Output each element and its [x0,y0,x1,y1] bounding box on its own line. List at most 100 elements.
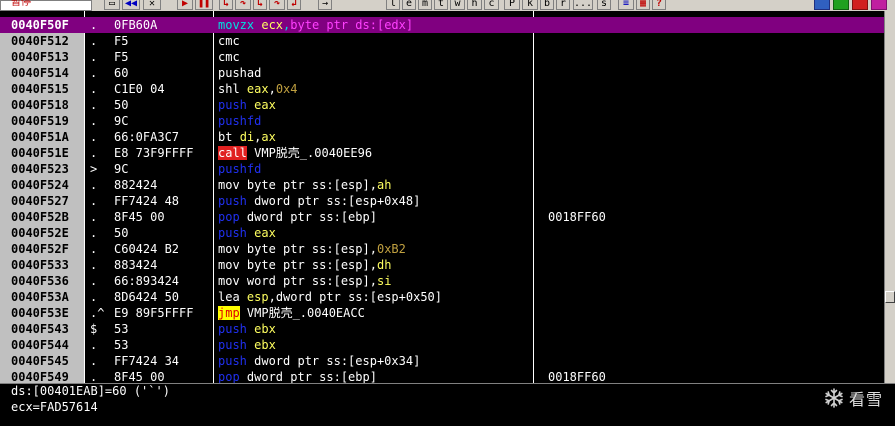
instruction-token: cmc [218,50,240,64]
memory-button[interactable]: e [402,0,416,10]
disasm-row[interactable]: 0040F524. 882424 mov byte ptr ss:[esp],ah [0,177,884,193]
cpu-button[interactable]: c [484,0,499,10]
options-icon[interactable]: ≡ [618,0,634,10]
snowflake-icon [825,388,843,408]
instruction-token: eax [254,226,276,240]
disasm-row[interactable]: 0040F523 >9C pushfd [0,161,884,177]
help-icon[interactable]: ? [652,0,666,10]
disasm-row[interactable]: 0040F549. 8F45 00 pop dword ptr ss:[ebp] 00… [0,369,884,383]
row-instruction: cmc [218,33,240,49]
instruction-token: byte ptr ss:[esp] [246,242,370,256]
instruction-token: push [218,338,255,352]
disasm-row[interactable]: 0040F512. F5 cmc [0,33,884,49]
disasm-row[interactable]: 0040F514. 60 pushad [0,65,884,81]
instruction-token: push [218,226,255,240]
window-close-icon[interactable] [852,0,868,10]
instruction-token: ebx [254,322,276,336]
vertical-scrollbar[interactable] [884,11,895,383]
source-button[interactable]: s [597,0,611,10]
row-hex-bytes: E9 89F5FFFF [114,306,194,320]
disasm-row[interactable]: 0040F515. C1E0 04 shl eax,0x4 [0,81,884,97]
disasm-row[interactable]: 0040F544. 53 push ebx [0,337,884,353]
disasm-row[interactable]: 0040F53A. 8D6424 50 lea esp,dword ptr ss:[… [0,289,884,305]
disasm-row[interactable]: 0040F513. F5 cmc [0,49,884,65]
instruction-token: jmp [218,306,240,320]
pause-icon[interactable]: ❚❚ [195,0,213,10]
row-instruction: pop dword ptr ss:[ebp] [218,209,377,225]
disasm-row[interactable]: 0040F51A. 66:0FA3C7 bt di,ax [0,129,884,145]
disasm-row[interactable]: 0040F50F. 0FB60A movzx ecx,byte ptr ds:[ed… [0,17,884,33]
row-instruction: push eax [218,97,276,113]
row-jump-marker: . [90,290,98,304]
trace-over-icon[interactable]: ↷ [269,0,285,10]
disasm-row[interactable]: 0040F51E. E8 73F9FFFF call VMP脱壳_.0040EE96 [0,145,884,161]
step-over-icon[interactable]: ↷ [235,0,251,10]
instruction-token: ah [376,178,392,192]
disasm-row[interactable]: 0040F53E .^ E9 89F5FFFF jmp VMP脱壳_.0040EACC [0,305,884,321]
goto-icon[interactable]: → [318,0,332,10]
disassembly-rows: 0040F50F. 0FB60A movzx ecx,byte ptr ds:[ed… [0,17,884,383]
disasm-row[interactable]: 0040F543 $53 push ebx [0,321,884,337]
window-restore-icon[interactable] [814,0,830,10]
row-instruction: mov byte ptr ss:[esp],0xB2 [218,241,406,257]
disasm-row[interactable]: 0040F52F. C60424 B2 mov byte ptr ss:[esp],… [0,241,884,257]
threads-button[interactable]: t [434,0,448,10]
callstack-button[interactable]: k [522,0,538,10]
close-icon[interactable]: ✕ [143,0,161,10]
row-hex-bytes: 883424 [114,258,158,272]
disasm-row[interactable]: 0040F519. 9C pushfd [0,113,884,129]
scrollbar-thumb[interactable] [885,291,895,303]
row-jump-marker: . [90,50,98,64]
row-jump-marker: . [90,82,98,96]
appearance-icon[interactable]: ▦ [636,0,650,10]
trace-into-icon[interactable]: ↳ [253,0,267,10]
windows-button[interactable]: w [450,0,465,10]
row-jump-marker: . [90,178,98,192]
instruction-token: mov [218,274,247,288]
instruction-token: dword ptr ss:[esp+0x50] [275,290,442,304]
disasm-row[interactable]: 0040F527. FF7424 48 push dword ptr ss:[esp… [0,193,884,209]
disasm-row[interactable]: 0040F545. FF7424 34 push dword ptr ss:[esp… [0,353,884,369]
row-comment: 0018FF60 [548,370,606,383]
execute-till-return-icon[interactable]: ↲ [287,0,301,10]
instruction-token: si [376,274,392,288]
window-help-icon[interactable] [871,0,887,10]
open-icon[interactable]: ▭ [104,0,120,10]
disasm-row[interactable]: 0040F52E. 50 push eax [0,225,884,241]
instruction-token: ecx [261,18,284,32]
disasm-row[interactable]: 0040F533. 883424 mov byte ptr ss:[esp],dh [0,257,884,273]
row-jump-marker: . [90,98,98,112]
row-jump-marker: . [90,274,98,288]
run-icon[interactable]: ▶ [177,0,193,10]
instruction-token: dword ptr ss:[esp+0x48] [254,194,421,208]
row-jump-marker: . [90,130,98,144]
row-jump-marker: . [90,18,98,32]
more-button[interactable]: ... [573,0,593,10]
instruction-token: eax [254,98,276,112]
row-instruction: cmc [218,49,240,65]
row-jump-marker: . [90,370,98,383]
step-into-icon[interactable]: ↳ [219,0,233,10]
instruction-token: , [369,274,377,288]
modules-button[interactable]: m [418,0,432,10]
references-button[interactable]: r [556,0,570,10]
disassembly-pane[interactable]: 0040F50F. 0FB60A movzx ecx,byte ptr ds:[ed… [0,11,895,383]
row-address: 0040F53E [0,305,84,321]
breakpoints-button[interactable]: b [540,0,554,10]
disasm-row[interactable]: 0040F536. 66:893424 mov word ptr ss:[esp],… [0,273,884,289]
instruction-token: movzx [218,18,262,32]
rewind-icon[interactable]: ◀◀ [122,0,140,10]
window-maximize-icon[interactable] [833,0,849,10]
row-address: 0040F519 [0,113,84,129]
disasm-row[interactable]: 0040F52B. 8F45 00 pop dword ptr ss:[ebp] 00… [0,209,884,225]
row-address: 0040F536 [0,273,84,289]
disasm-row[interactable]: 0040F518. 50 push eax [0,97,884,113]
patches-button[interactable]: P [504,0,520,10]
instruction-token: cmc [218,34,240,48]
row-instruction: jmp VMP脱壳_.0040EACC [218,305,365,321]
handles-button[interactable]: h [467,0,482,10]
row-jump-marker: . [90,258,98,272]
row-hex-bytes: 60 [114,66,129,80]
log-button[interactable]: l [386,0,400,10]
watermark: 看雪 [823,387,883,409]
